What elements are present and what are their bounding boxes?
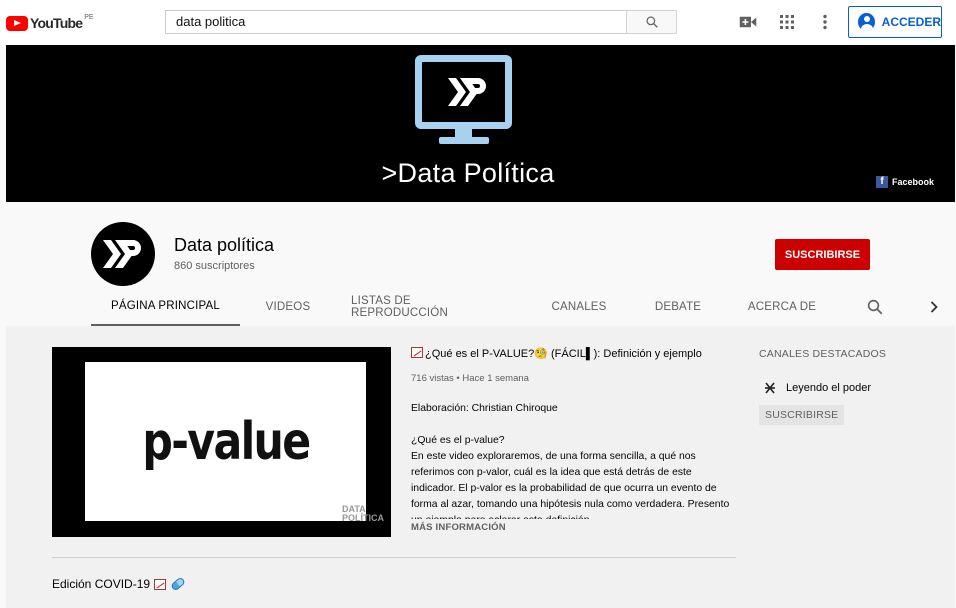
chart-emoji-icon [154, 578, 167, 590]
tab-videos[interactable]: VIDEOS [258, 288, 318, 326]
facebook-link[interactable]: f Facebook [875, 176, 934, 188]
featured-channel-avatar [763, 381, 777, 395]
tab-about[interactable]: ACERCA DE [742, 288, 822, 326]
video-question: ¿Qué es el p-value? [411, 435, 505, 446]
section-divider [52, 557, 736, 558]
monitor-logo [415, 55, 512, 129]
video-description-text: En este video exploraremos, de una forma… [411, 451, 730, 519]
section-title-text: Edición COVID-19 [52, 577, 151, 591]
chart-emoji-icon [411, 347, 423, 358]
pill-emoji-icon [170, 576, 186, 592]
masthead: YouTube PE data politica ACCEDER [0, 0, 956, 45]
facebook-icon: f [875, 176, 888, 188]
youtube-play-icon [6, 15, 28, 31]
more-info-link[interactable]: MÁS INFORMACIÓN [411, 522, 506, 533]
thumbnail-text: p-value [141, 411, 311, 472]
video-description: Elaboración: Christian Chiroque ¿Qué es … [411, 401, 731, 519]
video-title[interactable]: ¿Qué es el P-VALUE?🧐 (FÁCIL▌): Definició… [411, 347, 731, 360]
sign-in-button[interactable]: ACCEDER [848, 6, 942, 38]
channel-search-icon[interactable] [866, 298, 884, 316]
tab-playlists[interactable]: LISTAS DE REPRODUCCIÓN [351, 288, 511, 326]
thumbnail-card: p-value [85, 362, 366, 521]
featured-channels-heading: CANALES DESTACADOS [759, 348, 887, 360]
featured-channel-subscribe-button[interactable]: SUSCRIBIRSE [759, 405, 845, 425]
channel-logo-icon [103, 240, 141, 268]
create-video-icon[interactable] [738, 12, 758, 32]
watermark-line-2: POLÍTICA [342, 513, 384, 523]
channel-avatar[interactable] [91, 222, 155, 286]
section-title[interactable]: Edición COVID-19 [52, 576, 186, 592]
facebook-label: Facebook [891, 177, 934, 187]
sign-in-label: ACCEDER [881, 15, 941, 29]
tab-home[interactable]: PÁGINA PRINCIPAL [91, 288, 240, 326]
search-icon [645, 16, 658, 28]
search-input[interactable]: data politica [165, 10, 626, 34]
data-politica-logo-icon [448, 78, 486, 106]
search-button[interactable] [626, 10, 677, 34]
featured-video-thumbnail[interactable]: p-value DATA POLÍTICA [52, 347, 391, 537]
channel-banner: >Data Política f Facebook [6, 45, 955, 202]
subscriber-count: 860 suscriptores [174, 260, 255, 272]
tab-channels[interactable]: CANALES [544, 288, 614, 326]
subscribe-button[interactable]: SUSCRIBIRSE [775, 239, 870, 270]
more-vert-icon[interactable] [815, 12, 835, 32]
channel-name: Data política [174, 235, 275, 255]
channel-tabs: PÁGINA PRINCIPAL VIDEOS LISTAS DE REPROD… [6, 288, 955, 326]
video-credit: Elaboración: Christian Chiroque [411, 403, 558, 414]
account-icon [858, 13, 875, 31]
country-code: PE [84, 13, 94, 21]
monitor-foot [439, 137, 489, 144]
apps-grid-icon[interactable] [777, 12, 797, 32]
video-meta: 716 vistas • Hace 1 semana [411, 373, 529, 384]
thumbnail-watermark: DATA POLÍTICA [342, 505, 384, 523]
video-title-text: ¿Qué es el P-VALUE?🧐 (FÁCIL▌): Definició… [425, 348, 702, 360]
featured-channel-name: Leyendo el poder [786, 382, 872, 394]
banner-title: >Data Política [381, 158, 555, 188]
channel-home-content: p-value DATA POLÍTICA ¿Qué es el P-VALUE… [6, 326, 955, 608]
logo-text: YouTube [30, 15, 83, 31]
featured-channel-item[interactable]: Leyendo el poder [763, 381, 871, 395]
youtube-logo[interactable]: YouTube PE [6, 13, 94, 33]
tab-discussion[interactable]: DEBATE [646, 288, 710, 326]
chevron-right-icon[interactable] [926, 298, 942, 316]
channel-header: Data política 860 suscriptores SUSCRIBIR… [6, 202, 955, 326]
